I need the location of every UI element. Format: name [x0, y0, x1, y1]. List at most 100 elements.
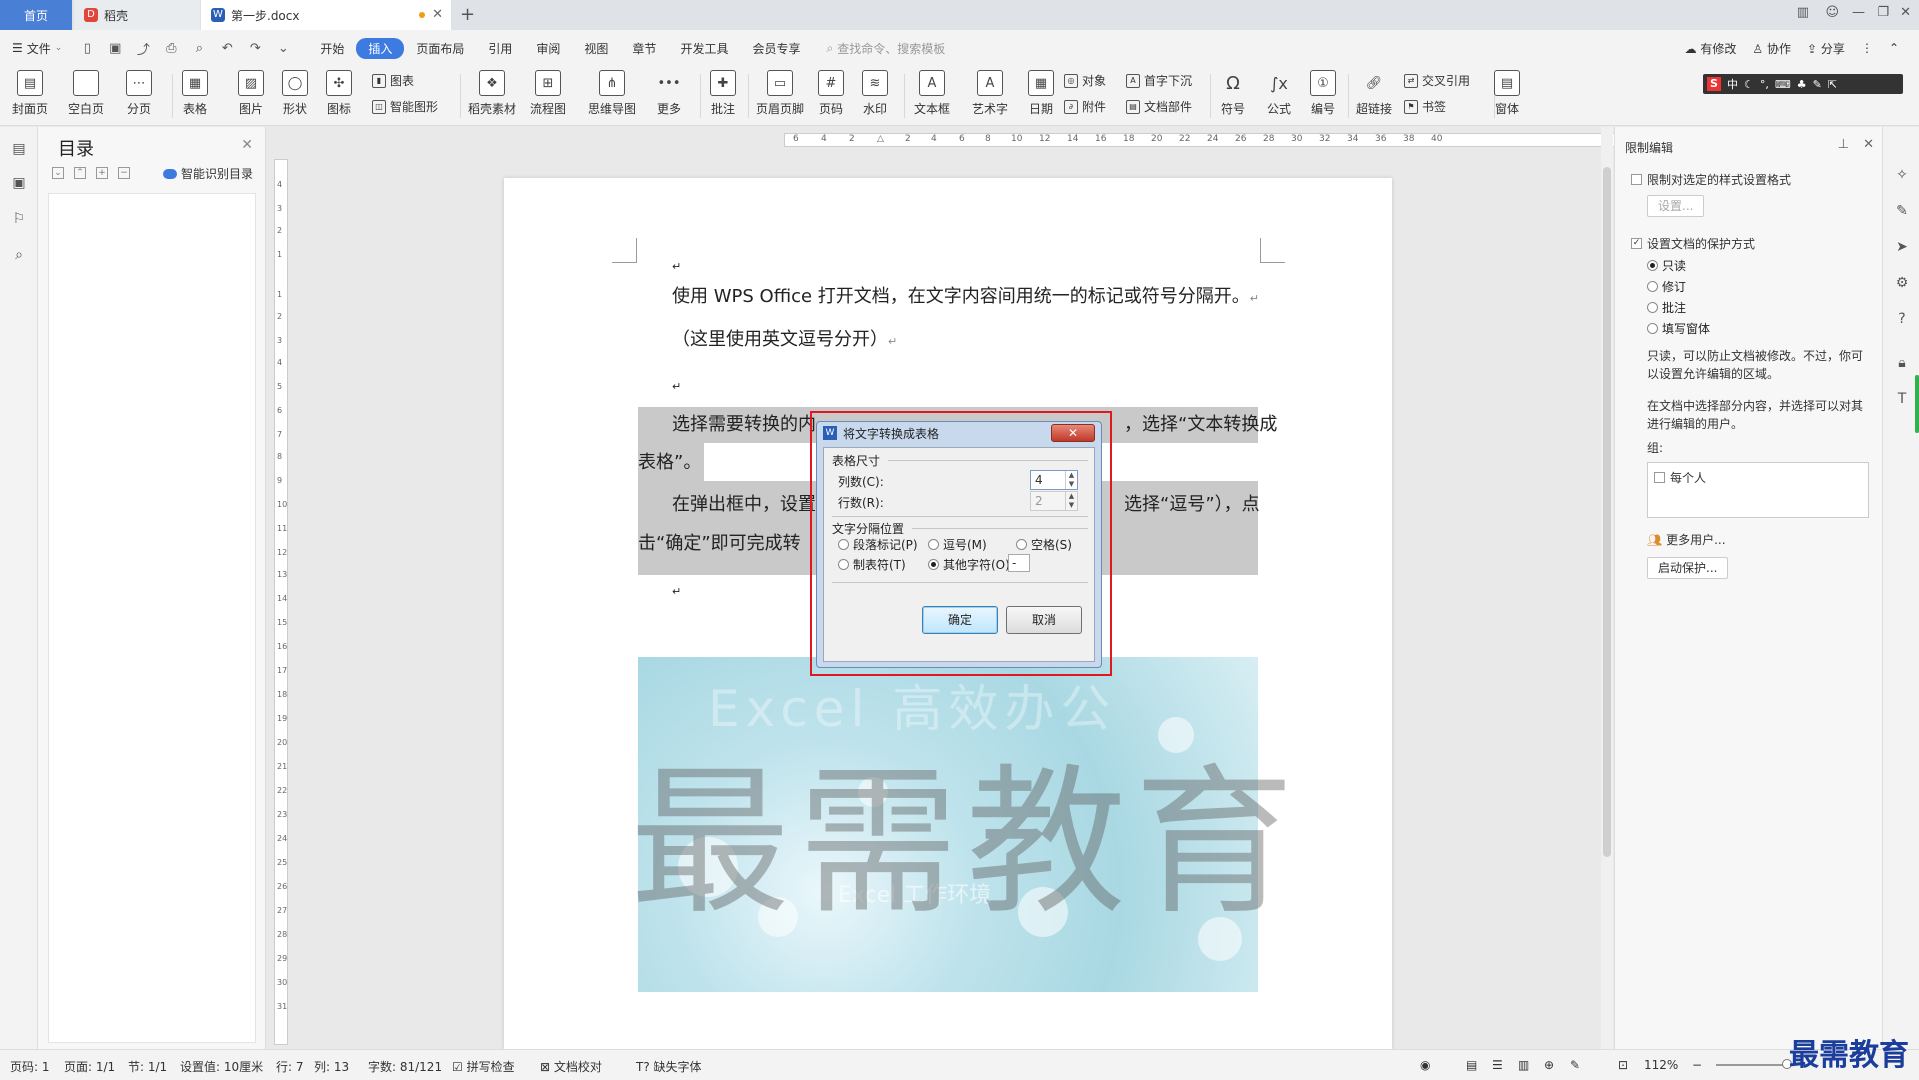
- hyperlink-button[interactable]: 🔗︎ 超链接: [1356, 70, 1392, 117]
- object-button[interactable]: ◎ 对象: [1064, 72, 1106, 89]
- status-word-count[interactable]: 字数: 81/121: [368, 1058, 442, 1075]
- horizontal-ruler[interactable]: 642 △ 2 4 6 8 10 12 14 16 18 20 22 24 26 28 30 32 34 3…: [784, 133, 1644, 147]
- tab-docer[interactable]: D 稻壳: [74, 0, 200, 30]
- customize-quick-access-icon[interactable]: ⌄: [272, 37, 294, 59]
- print-preview-icon[interactable]: ⌕: [188, 37, 210, 59]
- protection-mode-checkbox[interactable]: ✓ 设置文档的保护方式: [1631, 235, 1755, 252]
- select-icon[interactable]: ➤: [1893, 239, 1911, 257]
- radio-comma[interactable]: 逗号(M): [928, 536, 987, 553]
- command-search[interactable]: ⌕ 查找命令、搜索模板: [826, 40, 945, 57]
- formula-button[interactable]: ∫x 公式: [1266, 70, 1292, 117]
- scrollbar-thumb[interactable]: [1603, 167, 1611, 857]
- everyone-checkbox[interactable]: 每个人: [1654, 469, 1706, 486]
- status-page-code[interactable]: 页码: 1: [10, 1058, 50, 1075]
- tab-references[interactable]: 引用: [476, 38, 524, 59]
- radio-space[interactable]: 空格(S): [1016, 536, 1072, 553]
- settings-sliders-icon[interactable]: ⚙: [1893, 275, 1911, 293]
- page-view-icon[interactable]: ▤: [1466, 1058, 1477, 1072]
- text-to-table-dialog[interactable]: W 将文字转换成表格 ✕ 表格尺寸 列数(C): 4 ▲ ▼ 行数(R): 2 ▲…: [816, 421, 1102, 668]
- missing-font-button[interactable]: T? 缺失字体: [636, 1058, 702, 1075]
- page-number-button[interactable]: # 页码: [818, 70, 844, 117]
- restrict-editing-title[interactable]: 限制编辑: [1625, 139, 1673, 156]
- mode-revision[interactable]: 修订: [1647, 278, 1686, 295]
- toc-nav-icon[interactable]: ▤: [10, 141, 28, 159]
- symbol-button[interactable]: Ω 符号: [1220, 70, 1246, 117]
- bookmark-nav-icon[interactable]: ⚐: [10, 211, 28, 229]
- fit-page-icon[interactable]: ⊡: [1618, 1058, 1628, 1072]
- search-nav-icon[interactable]: ⌕: [10, 247, 28, 265]
- read-view-icon[interactable]: ▥: [1518, 1058, 1529, 1072]
- stepper-arrows-icon[interactable]: ▲ ▼: [1065, 471, 1077, 489]
- tab-document[interactable]: W 第一步.docx ✕: [201, 0, 451, 30]
- tab-page-layout[interactable]: 页面布局: [404, 38, 476, 59]
- other-char-input[interactable]: -: [1008, 554, 1030, 572]
- table-button[interactable]: ▦ 表格: [182, 70, 208, 117]
- vertical-ruler[interactable]: 4321 1234 5678 9 10 11 12 13 14 15 16 17 18 19 20…: [274, 159, 288, 1045]
- doc-parts-button[interactable]: ▤ 文档部件: [1126, 98, 1192, 115]
- docer-material-button[interactable]: ❖ 稻壳素材: [468, 70, 516, 117]
- lock-icon[interactable]: 🔒︎: [1893, 355, 1911, 373]
- save-icon[interactable]: ▣: [104, 37, 126, 59]
- close-tab-icon[interactable]: ✕: [432, 7, 443, 22]
- attachment-button[interactable]: ∂ 附件: [1064, 98, 1106, 115]
- drop-cap-button[interactable]: A 首字下沉: [1126, 72, 1192, 89]
- date-button[interactable]: ▦ 日期: [1028, 70, 1054, 117]
- ok-button[interactable]: 确定: [922, 606, 998, 634]
- mode-comment[interactable]: 批注: [1647, 299, 1686, 316]
- remove-level-icon[interactable]: −: [118, 167, 130, 179]
- expand-all-icon[interactable]: ⌃: [74, 167, 86, 179]
- paragraph-2[interactable]: （这里使用英文逗号分开）↵: [672, 326, 897, 356]
- radio-tab[interactable]: 制表符(T): [838, 556, 906, 573]
- cross-reference-button[interactable]: ⇄ 交叉引用: [1404, 72, 1470, 89]
- print-icon[interactable]: ⎙: [160, 37, 182, 59]
- tab-home[interactable]: 首页: [0, 0, 72, 30]
- columns-stepper[interactable]: 4 ▲ ▼: [1030, 470, 1078, 490]
- radio-paragraph-mark[interactable]: 段落标记(P): [838, 536, 918, 553]
- textbox-button[interactable]: A 文本框: [914, 70, 950, 117]
- pin-icon[interactable]: ⊥: [1838, 137, 1849, 152]
- tab-review[interactable]: 审阅: [524, 38, 572, 59]
- close-icon[interactable]: ✕: [1863, 137, 1874, 152]
- zoom-out-icon[interactable]: −: [1692, 1058, 1702, 1072]
- share-button[interactable]: ⇪ 分享: [1807, 40, 1845, 57]
- page-break-button[interactable]: ⋯ 分页: [126, 70, 152, 117]
- mode-readonly[interactable]: 只读: [1647, 257, 1686, 274]
- add-level-icon[interactable]: +: [96, 167, 108, 179]
- paragraph-1[interactable]: 使用 WPS Office 打开文档，在文字内容间用统一的标记或符号分隔开。↵: [672, 283, 1259, 313]
- doc-proofread-button[interactable]: ⊠ 文档校对: [540, 1058, 602, 1075]
- close-icon[interactable]: ✕: [241, 137, 253, 153]
- dialog-close-button[interactable]: ✕: [1051, 424, 1095, 442]
- minimize-icon[interactable]: —: [1852, 5, 1865, 20]
- wordart-button[interactable]: A 艺术字: [972, 70, 1008, 117]
- numbering-button[interactable]: ① 编号: [1310, 70, 1336, 117]
- form-button[interactable]: ▤ 窗体: [1494, 70, 1520, 117]
- layout-icon[interactable]: ▥: [1797, 5, 1809, 20]
- restore-icon[interactable]: ❐: [1877, 5, 1889, 20]
- has-changes-button[interactable]: ☁ 有修改: [1685, 40, 1737, 57]
- chart-button[interactable]: ▮ 图表: [372, 72, 414, 89]
- zoom-level[interactable]: 112%: [1644, 1058, 1678, 1072]
- tab-member[interactable]: 会员专享: [740, 38, 812, 59]
- status-page[interactable]: 页面: 1/1: [64, 1058, 115, 1075]
- smart-art-button[interactable]: ◫ 智能图形: [372, 98, 438, 115]
- status-section[interactable]: 节: 1/1: [128, 1058, 167, 1075]
- web-view-icon[interactable]: ⊕: [1544, 1058, 1554, 1072]
- eye-protection-icon[interactable]: ◉: [1420, 1058, 1430, 1072]
- tab-insert[interactable]: 插入: [356, 37, 405, 59]
- spell-check-button[interactable]: ☑ 拼写检查: [452, 1058, 515, 1075]
- write-view-icon[interactable]: ✎: [1570, 1058, 1580, 1072]
- avatar[interactable]: ☺: [1825, 5, 1839, 20]
- shape-button[interactable]: ◯ 形状: [282, 70, 308, 117]
- comment-button[interactable]: ✚ 批注: [710, 70, 736, 117]
- tab-start[interactable]: 开始: [308, 38, 356, 59]
- style-icon[interactable]: ✧: [1893, 167, 1911, 185]
- mode-form-fill[interactable]: 填写窗体: [1647, 320, 1710, 337]
- zoom-slider[interactable]: [1716, 1064, 1786, 1066]
- selected-paragraph-3c[interactable]: 表格”。↵: [638, 443, 704, 499]
- help-icon[interactable]: ?: [1893, 311, 1911, 329]
- new-doc-icon[interactable]: ▯: [76, 37, 98, 59]
- tab-developer[interactable]: 开发工具: [668, 38, 740, 59]
- mindmap-button[interactable]: ⋔ 思维导图: [588, 70, 636, 117]
- text-icon[interactable]: T: [1893, 391, 1911, 409]
- outline-view-icon[interactable]: ☰: [1492, 1058, 1503, 1072]
